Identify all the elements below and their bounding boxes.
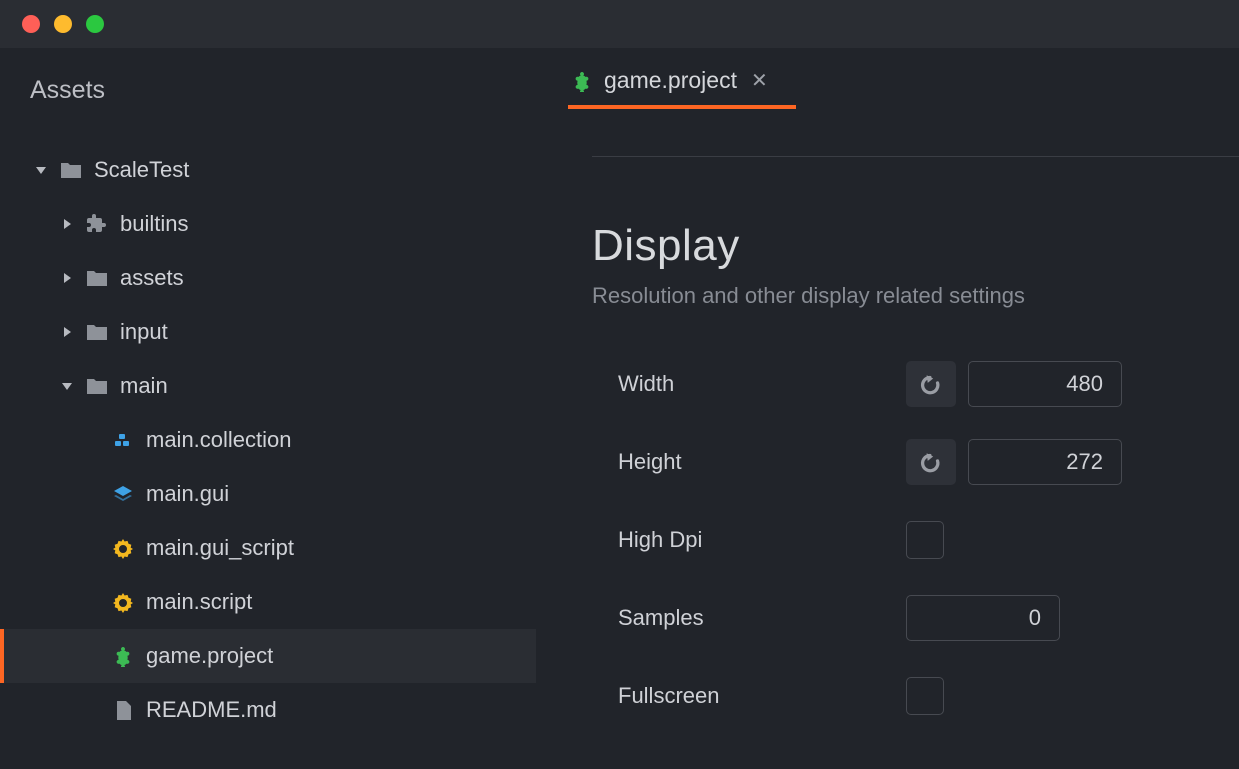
tree-item[interactable]: input bbox=[0, 305, 536, 359]
tree-item-label: main.gui_script bbox=[140, 535, 294, 561]
setting-control bbox=[906, 439, 1122, 485]
window-zoom-button[interactable] bbox=[86, 15, 104, 33]
layers-icon bbox=[106, 483, 140, 505]
setting-row: Fullscreen bbox=[592, 657, 1239, 735]
project-icon bbox=[570, 69, 594, 93]
window-titlebar bbox=[0, 0, 1239, 48]
assets-tree: ScaleTest builtins assets input main main.col… bbox=[0, 143, 536, 737]
settings-content: Display Resolution and other display rel… bbox=[536, 108, 1239, 735]
tab-bar: game.project ✕ bbox=[536, 48, 1239, 108]
section-divider bbox=[592, 156, 1239, 157]
setting-row: High Dpi bbox=[592, 501, 1239, 579]
settings-list: Width Height High Dpi Samples Fullscreen bbox=[592, 345, 1239, 735]
tree-item[interactable]: assets bbox=[0, 251, 536, 305]
number-input[interactable] bbox=[968, 439, 1122, 485]
assets-panel-title: Assets bbox=[0, 48, 536, 143]
tree-item[interactable]: builtins bbox=[0, 197, 536, 251]
editor-panel: game.project ✕ Display Resolution and ot… bbox=[536, 48, 1239, 769]
setting-control bbox=[906, 521, 944, 559]
tree-item-label: README.md bbox=[140, 697, 277, 723]
setting-label: Samples bbox=[592, 605, 906, 631]
tree-item[interactable]: main bbox=[0, 359, 536, 413]
section-subtitle: Resolution and other display related set… bbox=[592, 283, 1239, 309]
green-icon bbox=[106, 645, 140, 667]
folder-icon bbox=[80, 375, 114, 397]
reset-button[interactable] bbox=[906, 439, 956, 485]
tab-label: game.project bbox=[604, 67, 737, 94]
chevron-right-icon[interactable] bbox=[54, 325, 80, 339]
tree-item[interactable]: main.gui_script bbox=[0, 521, 536, 575]
tree-item-label: game.project bbox=[140, 643, 273, 669]
tree-item-label: assets bbox=[114, 265, 184, 291]
checkbox[interactable] bbox=[906, 677, 944, 715]
reset-button[interactable] bbox=[906, 361, 956, 407]
tab-game-project[interactable]: game.project ✕ bbox=[570, 67, 794, 108]
tree-item[interactable]: README.md bbox=[0, 683, 536, 737]
tree-item-label: main.collection bbox=[140, 427, 292, 453]
checkbox[interactable] bbox=[906, 521, 944, 559]
setting-row: Samples bbox=[592, 579, 1239, 657]
tree-item-label: builtins bbox=[114, 211, 188, 237]
number-input[interactable] bbox=[906, 595, 1060, 641]
setting-label: Fullscreen bbox=[592, 683, 906, 709]
setting-control bbox=[906, 595, 1060, 641]
tree-item-label: main.gui bbox=[140, 481, 229, 507]
tree-item[interactable]: game.project bbox=[0, 629, 536, 683]
window-minimize-button[interactable] bbox=[54, 15, 72, 33]
tree-item-label: ScaleTest bbox=[88, 157, 189, 183]
tree-item[interactable]: ScaleTest bbox=[0, 143, 536, 197]
chevron-right-icon[interactable] bbox=[54, 217, 80, 231]
tree-item[interactable]: main.script bbox=[0, 575, 536, 629]
setting-label: High Dpi bbox=[592, 527, 906, 553]
close-icon[interactable]: ✕ bbox=[751, 68, 768, 93]
assets-panel: Assets ScaleTest builtins assets input main m… bbox=[0, 48, 536, 769]
number-input[interactable] bbox=[968, 361, 1122, 407]
tree-item[interactable]: main.gui bbox=[0, 467, 536, 521]
chevron-down-icon[interactable] bbox=[54, 379, 80, 393]
folder-icon bbox=[80, 267, 114, 289]
tree-item-label: input bbox=[114, 319, 168, 345]
setting-label: Height bbox=[592, 449, 906, 475]
gear-icon bbox=[106, 591, 140, 613]
tree-item[interactable]: main.collection bbox=[0, 413, 536, 467]
chevron-right-icon[interactable] bbox=[54, 271, 80, 285]
doc-icon bbox=[106, 699, 140, 721]
setting-control bbox=[906, 361, 1122, 407]
tree-item-label: main bbox=[114, 373, 168, 399]
setting-label: Width bbox=[592, 371, 906, 397]
tree-item-label: main.script bbox=[140, 589, 252, 615]
window-close-button[interactable] bbox=[22, 15, 40, 33]
chevron-down-icon[interactable] bbox=[28, 163, 54, 177]
setting-row: Width bbox=[592, 345, 1239, 423]
gear-icon bbox=[106, 537, 140, 559]
brick-icon bbox=[106, 429, 140, 451]
section-title: Display bbox=[592, 221, 1239, 271]
folder-icon bbox=[54, 159, 88, 181]
puzzle-icon bbox=[80, 213, 114, 235]
folder-icon bbox=[80, 321, 114, 343]
tab-active-indicator bbox=[568, 105, 796, 109]
setting-control bbox=[906, 677, 944, 715]
setting-row: Height bbox=[592, 423, 1239, 501]
